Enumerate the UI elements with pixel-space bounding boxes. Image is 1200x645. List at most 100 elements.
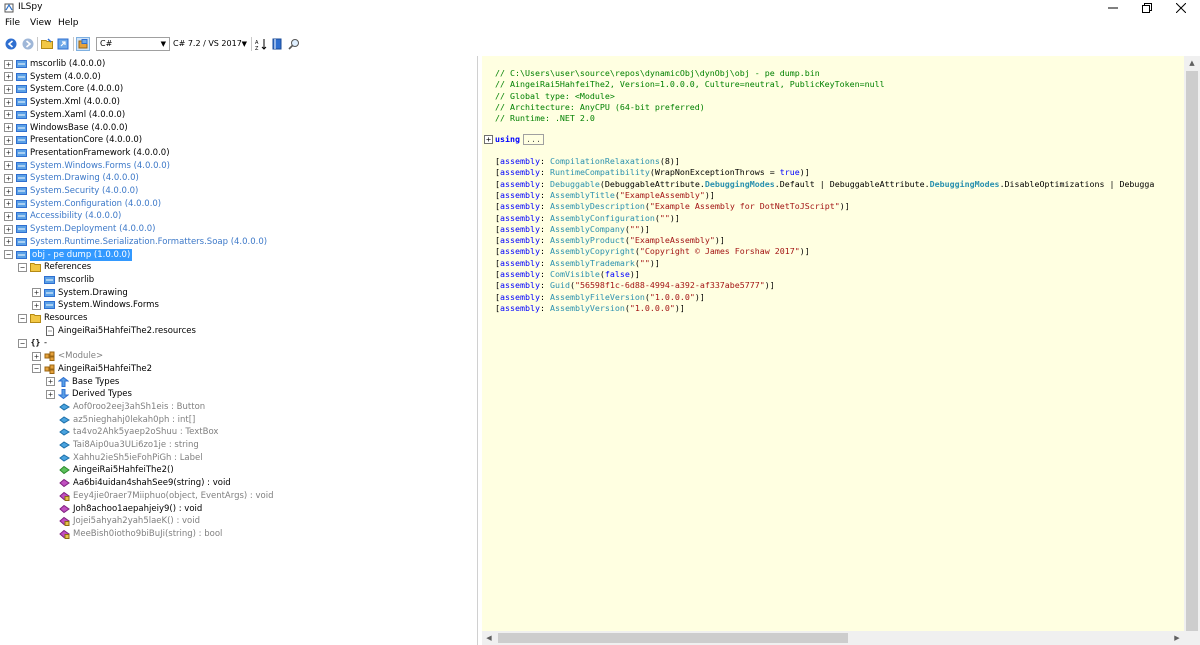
tree-item-field[interactable]: az5nieghahj0lekah0ph : int[]	[59, 414, 195, 426]
tree-item-field[interactable]: Aof0roo2eej3ahSh1eis : Button	[59, 401, 205, 413]
tree-item-namespace[interactable]: − {} -	[18, 337, 47, 349]
tree-item-reference[interactable]: + System.Drawing	[32, 287, 128, 299]
tree-item-reference[interactable]: + System.Windows.Forms	[32, 299, 159, 311]
version-dropdown[interactable]: C# 7.2 / VS 2017 ▼	[173, 37, 249, 51]
search-icon[interactable]	[287, 37, 301, 51]
tree-item-assembly[interactable]: + mscorlib (4.0.0.0)	[4, 58, 105, 70]
expand-icon[interactable]: +	[4, 135, 13, 145]
tree-item-constructor[interactable]: AingeiRai5HahfeiThe2()	[59, 464, 174, 476]
decompiled-code-view[interactable]: // C:\Users\user\source\repos\dynamicObj…	[482, 56, 1200, 631]
collapse-icon[interactable]: −	[4, 250, 13, 259]
assembly-tree[interactable]: + mscorlib (4.0.0.0) + System (4.0.0.0) …	[0, 56, 478, 645]
expand-icon[interactable]: +	[4, 237, 13, 247]
expand-icon[interactable]: +	[4, 173, 13, 183]
collapse-icon[interactable]: −	[32, 364, 41, 374]
tree-item-assembly[interactable]: + PresentationFramework (4.0.0.0)	[4, 147, 170, 159]
close-button[interactable]	[1164, 0, 1198, 16]
tree-item-field[interactable]: Tai8Aip0ua3ULi6zo1je : string	[59, 439, 199, 451]
tree-item-class[interactable]: + <Module>	[32, 350, 103, 362]
back-icon[interactable]	[4, 37, 18, 51]
tree-item-method[interactable]: Jojei5ahyah2yah5laeK() : void	[59, 515, 200, 527]
tree-item-resource[interactable]: AingeiRai5HahfeiThe2.resources	[44, 325, 196, 337]
expand-icon[interactable]: +	[32, 300, 41, 310]
expand-icon[interactable]: +	[4, 199, 13, 209]
menu-file[interactable]: File	[5, 18, 20, 28]
tree-item-assembly[interactable]: + System.Runtime.Serialization.Formatter…	[4, 236, 267, 248]
expand-icon[interactable]: +	[4, 123, 13, 132]
tree-item-assembly[interactable]: + System.Windows.Forms (4.0.0.0)	[4, 160, 170, 172]
expand-icon[interactable]: +	[46, 377, 55, 386]
tree-item-assembly[interactable]: + System.Xml (4.0.0.0)	[4, 96, 120, 108]
tree-item-label: Jojei5ahyah2yah5laeK() : void	[73, 516, 200, 527]
expand-icon[interactable]: +	[4, 84, 13, 94]
tree-item-label: System.Configuration (4.0.0.0)	[30, 198, 162, 209]
tree-item-assembly[interactable]: + System.Deployment (4.0.0.0)	[4, 223, 155, 235]
book-icon[interactable]	[270, 37, 284, 51]
expand-icon[interactable]: +	[4, 186, 13, 196]
tree-item-field[interactable]: ta4vo2Ahk5yaep2oShuu : TextBox	[59, 426, 218, 438]
expand-icon[interactable]: +	[32, 351, 41, 361]
expand-icon[interactable]: +	[4, 224, 13, 234]
menu-view[interactable]: View	[30, 18, 51, 28]
scroll-right-icon[interactable]: ▶	[1170, 631, 1184, 645]
restore-button[interactable]	[1130, 0, 1164, 16]
tree-item-field[interactable]: Xahhu2ieSh5ieFohPiGh : Label	[59, 452, 203, 464]
tree-item-selected-assembly[interactable]: − obj - pe dump (1.0.0.0)	[4, 248, 133, 261]
tree-item-assembly[interactable]: + System.Core (4.0.0.0)	[4, 83, 123, 95]
expand-icon[interactable]: +	[4, 161, 13, 171]
tree-item-assembly[interactable]: + Accessibility (4.0.0.0)	[4, 210, 121, 222]
tree-item-method[interactable]: Joh8achoo1aepahjeiy9() : void	[59, 503, 202, 515]
reload-icon[interactable]	[56, 37, 70, 51]
tree-item-class[interactable]: − AingeiRai5HahfeiThe2	[32, 363, 152, 375]
expand-icon[interactable]: +	[4, 148, 13, 158]
expand-icon[interactable]: +	[32, 288, 41, 298]
tree-item-references[interactable]: − References	[18, 261, 91, 273]
tree-item-assembly[interactable]: + System (4.0.0.0)	[4, 71, 101, 83]
collapsed-ellipsis[interactable]: ...	[522, 134, 544, 145]
vertical-scrollbar[interactable]: ▲	[1184, 56, 1200, 633]
expand-icon[interactable]: +	[4, 72, 13, 82]
tree-item-label: System.Security (4.0.0.0)	[30, 186, 139, 196]
horizontal-scrollbar[interactable]: ◀ ▶	[482, 631, 1200, 645]
scrollbar-thumb[interactable]	[1186, 71, 1198, 633]
forward-icon[interactable]	[21, 37, 35, 51]
expand-icon[interactable]: +	[46, 389, 55, 399]
expand-icon[interactable]: +	[484, 135, 493, 144]
tree-item-derived-types[interactable]: + Derived Types	[46, 388, 132, 400]
tree-item-label: System.Runtime.Serialization.Formatters.…	[30, 236, 268, 247]
tree-item-assembly[interactable]: + System.Drawing (4.0.0.0)	[4, 172, 139, 184]
field-icon	[59, 402, 70, 412]
tree-item-reference[interactable]: mscorlib	[44, 274, 94, 286]
tree-item-base-types[interactable]: + Base Types	[46, 376, 119, 388]
tree-item-assembly[interactable]: + System.Security (4.0.0.0)	[4, 185, 138, 197]
tree-item-method[interactable]: Eey4jie0raer7Miiphuo(object, EventArgs) …	[59, 490, 273, 502]
code-assembly-line: [assembly: AssemblyTrademark("")]	[495, 257, 660, 268]
tree-item-assembly[interactable]: + WindowsBase (4.0.0.0)	[4, 122, 128, 134]
using-block[interactable]: using...	[495, 134, 544, 146]
scrollbar-thumb[interactable]	[498, 633, 848, 643]
show-internal-icon[interactable]	[76, 37, 90, 51]
expand-icon[interactable]: +	[4, 211, 13, 221]
expand-icon[interactable]: +	[4, 110, 13, 120]
tree-item-assembly[interactable]: + System.Xaml (4.0.0.0)	[4, 109, 125, 121]
minimize-button[interactable]	[1096, 0, 1130, 16]
scroll-up-icon[interactable]: ▲	[1184, 56, 1200, 70]
tree-item-method[interactable]: Aa6bi4uidan4shahSee9(string) : void	[59, 477, 231, 489]
scroll-left-icon[interactable]: ◀	[482, 631, 496, 645]
language-dropdown[interactable]: C# ▼	[96, 37, 170, 51]
expand-icon[interactable]: +	[4, 59, 13, 69]
sort-icon[interactable]: AZ	[254, 37, 268, 51]
open-folder-icon[interactable]	[40, 37, 54, 51]
menu-help[interactable]: Help	[58, 18, 79, 28]
collapse-icon[interactable]: −	[18, 313, 27, 323]
tree-item-label: Resources	[44, 313, 88, 323]
tree-item-resources[interactable]: − Resources	[18, 312, 87, 324]
tree-item-assembly[interactable]: + PresentationCore (4.0.0.0)	[4, 134, 142, 146]
collapse-icon[interactable]: −	[18, 262, 27, 272]
tree-item-assembly[interactable]: + System.Configuration (4.0.0.0)	[4, 198, 161, 210]
tree-item-method[interactable]: MeeBish0iotho9biBuJi(string) : bool	[59, 528, 222, 540]
code-assembly-line: [assembly: AssemblyCompany("")]	[495, 223, 650, 234]
collapse-icon[interactable]: −	[18, 338, 27, 348]
ilspy-app-icon	[4, 3, 14, 13]
expand-icon[interactable]: +	[4, 97, 13, 107]
